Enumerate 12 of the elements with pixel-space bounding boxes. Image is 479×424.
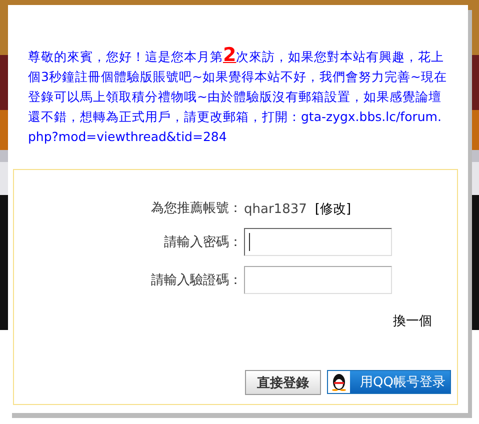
- field-label: 請輸入驗證碼：: [151, 272, 243, 289]
- login-button[interactable]: 直接登錄: [245, 370, 321, 395]
- refresh-link[interactable]: 換一個: [393, 312, 432, 330]
- notice-text: 尊敬的來賓，您好！這是您本月第2次來訪，如果您對本站有興趣，花上個3秒鐘註冊個體驗版賬號吧~如果覺得本站不好，我們會努力完善~現在登錄可以馬上領取積分禮物哦~由於體驗版沒有郵箱設置，如果感覺論壇還不錯，想轉為正式用戶，請更改郵箱，打開：gta-zygx.bbs.lc/forum.php?mod=viewthread&tid=284: [28, 45, 448, 146]
- input-field[interactable]: [244, 228, 392, 256]
- penguin-icon: [331, 373, 347, 391]
- field-label: 請輸入密碼：: [164, 234, 243, 251]
- input-field[interactable]: [244, 266, 392, 294]
- qq-login-button[interactable]: 用QQ帳号登录: [327, 370, 451, 394]
- account-name: qhar1837: [244, 202, 307, 217]
- edit-link[interactable]: [修改]: [314, 202, 352, 217]
- field-label: 為您推薦帳號：: [151, 200, 243, 217]
